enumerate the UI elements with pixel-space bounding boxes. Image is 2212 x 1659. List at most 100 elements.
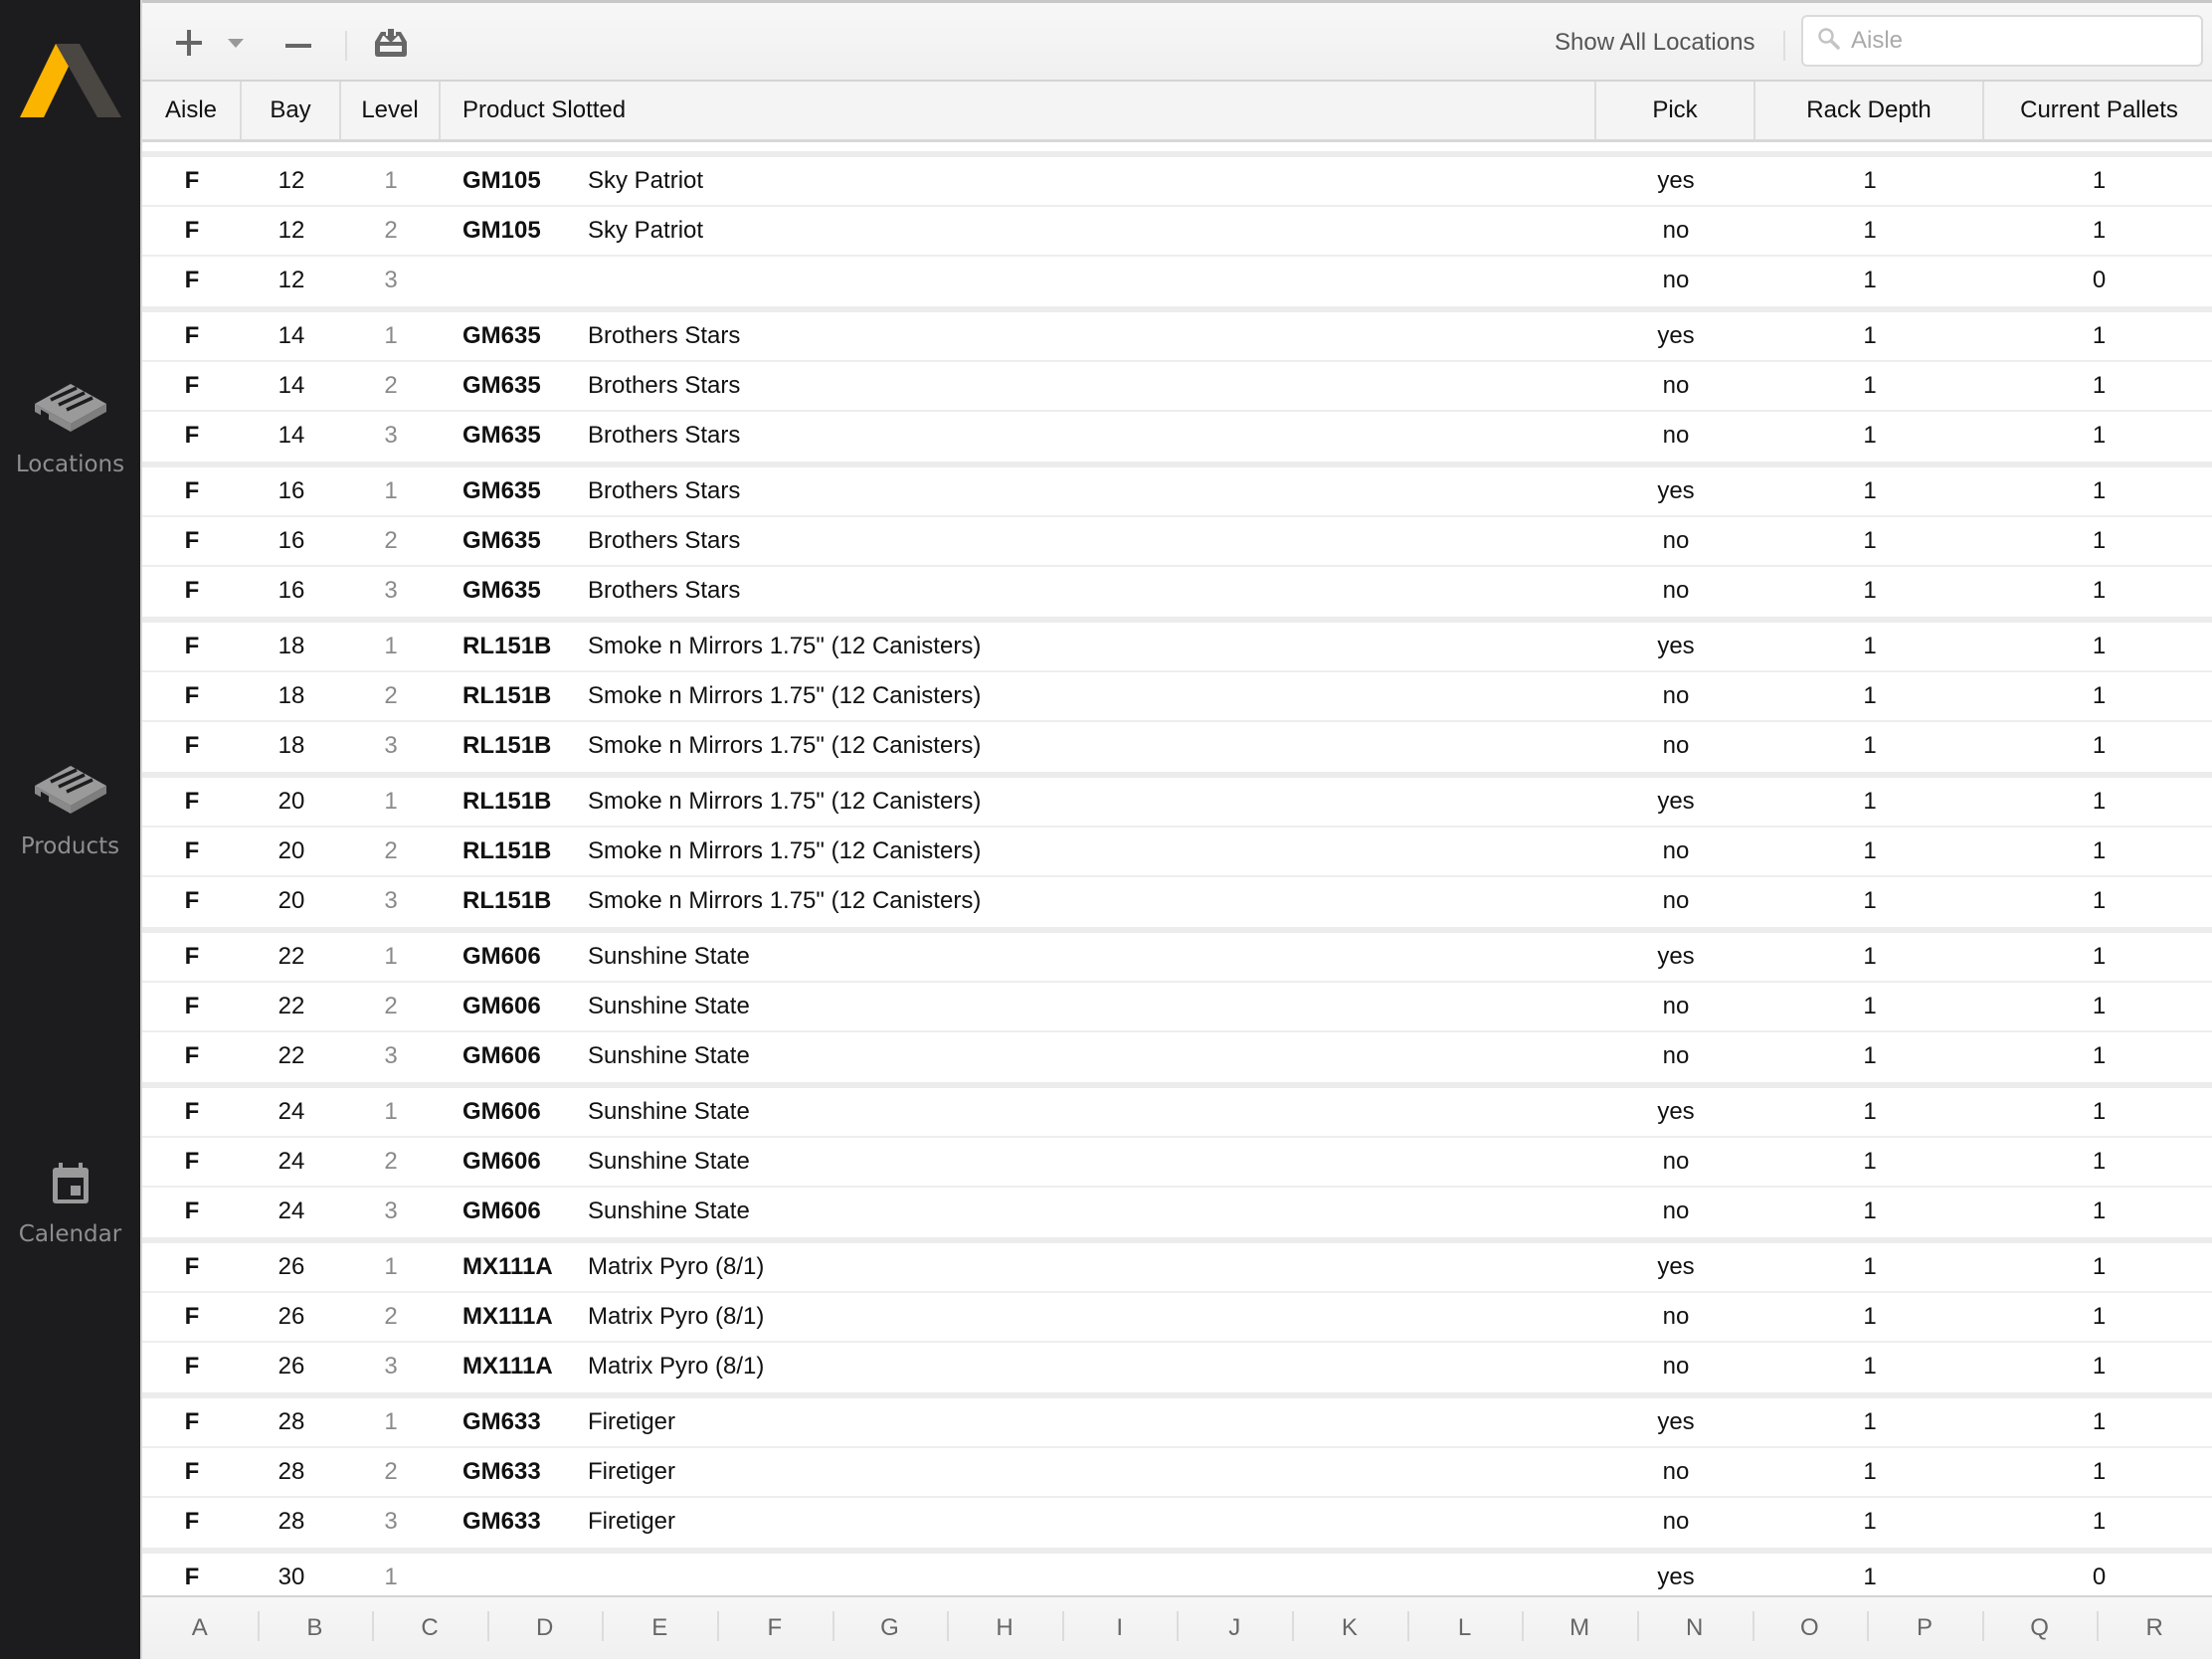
cell-aisle: F bbox=[184, 322, 200, 349]
aisle-index-r[interactable]: R bbox=[2097, 1597, 2212, 1659]
cell-pallets: 1 bbox=[2092, 1253, 2107, 1280]
table-row[interactable]: F 28 1 GM633 Firetiger yes 1 1 bbox=[142, 1398, 2212, 1448]
show-all-locations-button[interactable]: Show All Locations bbox=[1555, 29, 1754, 57]
aisle-index-c[interactable]: C bbox=[372, 1597, 487, 1659]
cell-pallets: 1 bbox=[2092, 732, 2107, 759]
aisle-index-k[interactable]: K bbox=[1292, 1597, 1407, 1659]
cell-pick: no bbox=[1662, 1508, 1690, 1535]
table-row[interactable]: F 20 2 RL151B Smoke n Mirrors 1.75" (12 Cani… bbox=[142, 828, 2212, 877]
aisle-index-o[interactable]: O bbox=[1751, 1597, 1868, 1659]
cell-sku: GM633 bbox=[462, 1458, 541, 1485]
column-header-bay[interactable]: Bay bbox=[242, 82, 341, 139]
aisle-index-l[interactable]: L bbox=[1406, 1597, 1523, 1659]
cell-level: 3 bbox=[384, 1353, 398, 1380]
table-row[interactable]: F 12 3 no 1 0 bbox=[142, 257, 2212, 306]
sidebar-item-products[interactable]: Products bbox=[0, 758, 140, 859]
aisle-index-j[interactable]: J bbox=[1177, 1597, 1292, 1659]
remove-button[interactable] bbox=[281, 25, 315, 65]
table-row[interactable]: F 20 3 RL151B Smoke n Mirrors 1.75" (12 Cani… bbox=[142, 877, 2212, 927]
table-row[interactable]: F 14 3 GM635 Brothers Stars no 1 1 bbox=[142, 412, 2212, 461]
table-row[interactable]: F 16 3 GM635 Brothers Stars no 1 1 bbox=[142, 567, 2212, 617]
table-row[interactable]: F 26 1 MX111A Matrix Pyro (8/1) yes 1 1 bbox=[142, 1243, 2212, 1293]
table-row[interactable]: F 28 2 GM633 Firetiger no 1 1 bbox=[142, 1448, 2212, 1498]
table-row[interactable]: F 24 2 GM606 Sunshine State no 1 1 bbox=[142, 1138, 2212, 1188]
search-input[interactable] bbox=[1851, 27, 2169, 55]
cell-aisle: F bbox=[184, 1098, 200, 1125]
aisle-index-q[interactable]: Q bbox=[1981, 1597, 2098, 1659]
cell-level: 2 bbox=[384, 1303, 398, 1330]
aisle-index-a[interactable]: A bbox=[142, 1597, 258, 1659]
cell-pick: no bbox=[1662, 1458, 1690, 1485]
aisle-index-b[interactable]: B bbox=[257, 1597, 373, 1659]
cell-rack-depth: 1 bbox=[1863, 682, 1877, 709]
aisle-index-d[interactable]: D bbox=[486, 1597, 603, 1659]
aisle-index-g[interactable]: G bbox=[831, 1597, 948, 1659]
cell-rack-depth: 1 bbox=[1863, 1353, 1877, 1380]
cell-pallets: 0 bbox=[2092, 1564, 2107, 1590]
bay-group: F 22 1 GM606 Sunshine State yes 1 1 F 22 2 GM606 Sun… bbox=[142, 927, 2212, 1082]
cell-sku: GM635 bbox=[462, 372, 541, 399]
column-header-level[interactable]: Level bbox=[341, 82, 441, 139]
cell-pick: no bbox=[1662, 993, 1690, 1019]
table-row[interactable]: F 26 2 MX111A Matrix Pyro (8/1) no 1 1 bbox=[142, 1293, 2212, 1343]
main-panel: Show All Locations Aisle Bay Level Produ… bbox=[140, 0, 2212, 1659]
cell-sku: MX111A bbox=[462, 1303, 553, 1330]
cell-aisle: F bbox=[184, 887, 200, 914]
column-header-product-slotted[interactable]: Product Slotted bbox=[441, 82, 1596, 139]
aisle-index-m[interactable]: M bbox=[1522, 1597, 1637, 1659]
toolbar: Show All Locations bbox=[142, 0, 2212, 82]
sidebar-item-label: Calendar bbox=[18, 1221, 122, 1247]
sidebar-item-calendar[interactable]: Calendar bbox=[0, 1162, 140, 1247]
cell-pick: no bbox=[1662, 527, 1690, 554]
table-row[interactable]: F 24 3 GM606 Sunshine State no 1 1 bbox=[142, 1188, 2212, 1237]
column-header-aisle[interactable]: Aisle bbox=[142, 82, 242, 139]
table-row[interactable]: F 12 1 GM105 Sky Patriot yes 1 1 bbox=[142, 157, 2212, 207]
cell-pallets: 1 bbox=[2092, 1458, 2107, 1485]
table-row[interactable]: F 18 1 RL151B Smoke n Mirrors 1.75" (12 Cani… bbox=[142, 623, 2212, 672]
table-row[interactable]: F 30 1 yes 1 0 bbox=[142, 1554, 2212, 1595]
table-row[interactable]: F 16 2 GM635 Brothers Stars no 1 1 bbox=[142, 517, 2212, 567]
cell-sku: RL151B bbox=[462, 682, 552, 709]
column-header-pick[interactable]: Pick bbox=[1596, 82, 1755, 139]
cell-pick: yes bbox=[1657, 633, 1695, 659]
table-row[interactable]: F 18 3 RL151B Smoke n Mirrors 1.75" (12 Cani… bbox=[142, 722, 2212, 772]
cell-bay: 20 bbox=[277, 788, 305, 815]
aisle-index-n[interactable]: N bbox=[1636, 1597, 1752, 1659]
aisle-index-i[interactable]: I bbox=[1061, 1597, 1178, 1659]
table-row[interactable]: F 12 2 GM105 Sky Patriot no 1 1 bbox=[142, 207, 2212, 257]
table-row[interactable]: F 16 1 GM635 Brothers Stars yes 1 1 bbox=[142, 467, 2212, 517]
cell-pick: no bbox=[1662, 1303, 1690, 1330]
table-body[interactable]: F 12 1 GM105 Sky Patriot yes 1 1 F 12 2 GM105 Sky Pa… bbox=[142, 151, 2212, 1595]
table-row[interactable]: F 22 3 GM606 Sunshine State no 1 1 bbox=[142, 1032, 2212, 1082]
aisle-index-h[interactable]: H bbox=[947, 1597, 1062, 1659]
table-row[interactable]: F 22 1 GM606 Sunshine State yes 1 1 bbox=[142, 933, 2212, 983]
add-menu-button[interactable] bbox=[224, 25, 248, 65]
cell-sku: GM635 bbox=[462, 422, 541, 449]
cell-name: Matrix Pyro (8/1) bbox=[588, 1353, 765, 1380]
aisle-index-p[interactable]: P bbox=[1867, 1597, 1982, 1659]
table-row[interactable]: F 26 3 MX111A Matrix Pyro (8/1) no 1 1 bbox=[142, 1343, 2212, 1392]
table-row[interactable]: F 22 2 GM606 Sunshine State no 1 1 bbox=[142, 983, 2212, 1032]
aisle-index-e[interactable]: E bbox=[602, 1597, 717, 1659]
aisle-index-f[interactable]: F bbox=[717, 1597, 832, 1659]
cell-aisle: F bbox=[184, 577, 200, 604]
cell-pallets: 1 bbox=[2092, 788, 2107, 815]
cell-name: Sky Patriot bbox=[588, 167, 704, 194]
column-header-current-pallets[interactable]: Current Pallets bbox=[1984, 82, 2212, 139]
cell-name: Brothers Stars bbox=[588, 372, 741, 399]
table-row[interactable]: F 28 3 GM633 Firetiger no 1 1 bbox=[142, 1498, 2212, 1548]
export-button[interactable] bbox=[371, 25, 411, 65]
cell-bay: 12 bbox=[277, 267, 305, 293]
cell-rack-depth: 1 bbox=[1863, 1564, 1877, 1590]
cell-name: Brothers Stars bbox=[588, 577, 741, 604]
sidebar-item-locations[interactable]: Locations bbox=[0, 376, 140, 477]
column-header-rack-depth[interactable]: Rack Depth bbox=[1755, 82, 1984, 139]
add-button[interactable] bbox=[172, 25, 206, 65]
table-row[interactable]: F 14 2 GM635 Brothers Stars no 1 1 bbox=[142, 362, 2212, 412]
table-row[interactable]: F 24 1 GM606 Sunshine State yes 1 1 bbox=[142, 1088, 2212, 1138]
cell-bay: 16 bbox=[277, 477, 305, 504]
table-row[interactable]: F 18 2 RL151B Smoke n Mirrors 1.75" (12 Cani… bbox=[142, 672, 2212, 722]
aisle-search-field[interactable] bbox=[1801, 15, 2203, 67]
table-row[interactable]: F 14 1 GM635 Brothers Stars yes 1 1 bbox=[142, 312, 2212, 362]
table-row[interactable]: F 20 1 RL151B Smoke n Mirrors 1.75" (12 Cani… bbox=[142, 778, 2212, 828]
